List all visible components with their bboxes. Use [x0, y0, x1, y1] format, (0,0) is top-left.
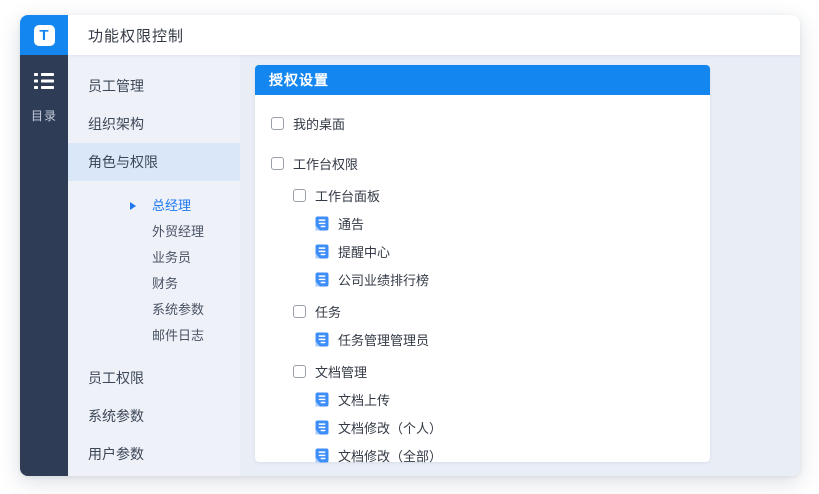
- sidebar-item-label: 组织架构: [88, 116, 144, 132]
- sidebar-item-8[interactable]: 邮件日志: [68, 323, 240, 349]
- tree-doc-row[interactable]: 提醒中心: [255, 241, 710, 261]
- sidebar-item-0[interactable]: 员工管理: [68, 67, 240, 105]
- sidebar-item-4[interactable]: 外贸经理: [68, 219, 240, 245]
- tree-doc-row[interactable]: 通告: [255, 213, 710, 233]
- sidebar-item-label: 角色与权限: [88, 154, 158, 170]
- checkbox-icon[interactable]: [271, 117, 284, 130]
- selected-arrow-icon: [130, 202, 136, 210]
- panel-header-title: 授权设置: [269, 70, 329, 90]
- sidebar-item-11[interactable]: 用户参数: [68, 435, 240, 473]
- tree-checkbox-row[interactable]: 工作台权限: [255, 153, 710, 173]
- sidebar-item-5[interactable]: 业务员: [68, 245, 240, 271]
- left-rail: 目录: [20, 55, 68, 476]
- tree-item-label: 通告: [338, 214, 364, 233]
- sidebar-sub-group: 总经理外贸经理业务员财务系统参数邮件日志: [68, 193, 240, 349]
- sidebar-item-3[interactable]: 总经理: [68, 193, 240, 219]
- sidebar-item-7[interactable]: 系统参数: [68, 297, 240, 323]
- tree-item-label: 我的桌面: [293, 114, 345, 133]
- sidebar-menu: 员工管理组织架构角色与权限总经理外贸经理业务员财务系统参数邮件日志员工权限系统参…: [68, 55, 240, 476]
- tree-item-label: 文档修改（全部）: [338, 446, 442, 465]
- tree-checkbox-row[interactable]: 工作台面板: [255, 185, 710, 205]
- app-logo-icon: T: [34, 25, 55, 46]
- tree-doc-row[interactable]: 文档修改（全部）: [255, 445, 710, 465]
- sidebar-item-9[interactable]: 员工权限: [68, 359, 240, 397]
- sidebar-item-label: 系统参数: [88, 408, 144, 424]
- page-title: 功能权限控制: [88, 25, 184, 46]
- tree-item-label: 文档管理: [315, 362, 367, 381]
- doc-permission-icon: [315, 216, 329, 231]
- sidebar-item-2[interactable]: 角色与权限: [68, 143, 240, 181]
- checkbox-icon[interactable]: [293, 365, 306, 378]
- tree-item-label: 工作台权限: [293, 154, 358, 173]
- tree-item-label: 公司业绩排行榜: [338, 270, 429, 289]
- tree-item-label: 文档修改（个人）: [338, 418, 442, 437]
- sidebar-item-label: 系统参数: [152, 302, 204, 317]
- tree-item-label: 任务: [315, 302, 341, 321]
- tree-checkbox-row[interactable]: 任务: [255, 301, 710, 321]
- tree-doc-row[interactable]: 文档上传: [255, 389, 710, 409]
- sidebar-item-label: 业务员: [152, 250, 191, 265]
- tree-checkbox-row[interactable]: 文档管理: [255, 361, 710, 381]
- authorization-panel: 授权设置 我的桌面工作台权限工作台面板通告提醒中心公司业绩排行榜任务任务管理管理…: [255, 65, 710, 462]
- tree-checkbox-row[interactable]: 我的桌面: [255, 113, 710, 133]
- tree-doc-row[interactable]: 文档修改（个人）: [255, 417, 710, 437]
- sidebar-item-6[interactable]: 财务: [68, 271, 240, 297]
- permission-tree: 我的桌面工作台权限工作台面板通告提醒中心公司业绩排行榜任务任务管理管理员文档管理…: [255, 95, 710, 465]
- panel-header: 授权设置: [255, 65, 710, 95]
- tree-doc-row[interactable]: 公司业绩排行榜: [255, 269, 710, 289]
- sidebar-item-label: 邮件日志: [152, 328, 204, 343]
- app-window: T 功能权限控制 目录 员工管理组织架构角色与权限总经理外贸经理业务员财务系统参…: [20, 15, 800, 476]
- sidebar-item-label: 用户参数: [88, 446, 144, 462]
- checkbox-icon[interactable]: [271, 157, 284, 170]
- content-area: 授权设置 我的桌面工作台权限工作台面板通告提醒中心公司业绩排行榜任务任务管理管理…: [240, 55, 800, 476]
- sidebar-item-1[interactable]: 组织架构: [68, 105, 240, 143]
- app-logo[interactable]: T: [20, 15, 68, 55]
- tree-item-label: 工作台面板: [315, 186, 380, 205]
- doc-permission-icon: [315, 332, 329, 347]
- doc-permission-icon: [315, 392, 329, 407]
- doc-permission-icon: [315, 244, 329, 259]
- rail-label-directory[interactable]: 目录: [31, 107, 57, 124]
- sidebar-item-label: 员工权限: [88, 370, 144, 386]
- tree-item-label: 提醒中心: [338, 242, 390, 261]
- checkbox-icon[interactable]: [293, 189, 306, 202]
- sidebar-item-label: 财务: [152, 276, 178, 291]
- tree-item-label: 文档上传: [338, 390, 390, 409]
- sidebar-item-label: 员工管理: [88, 78, 144, 94]
- sidebar-item-label: 总经理: [152, 198, 191, 213]
- menu-list-icon[interactable]: [34, 73, 54, 89]
- doc-permission-icon: [315, 448, 329, 463]
- checkbox-icon[interactable]: [293, 305, 306, 318]
- doc-permission-icon: [315, 272, 329, 287]
- tree-item-label: 任务管理管理员: [338, 330, 429, 349]
- top-bar: 功能权限控制: [68, 15, 800, 55]
- doc-permission-icon: [315, 420, 329, 435]
- tree-doc-row[interactable]: 任务管理管理员: [255, 329, 710, 349]
- sidebar-item-10[interactable]: 系统参数: [68, 397, 240, 435]
- sidebar-item-label: 外贸经理: [152, 224, 204, 239]
